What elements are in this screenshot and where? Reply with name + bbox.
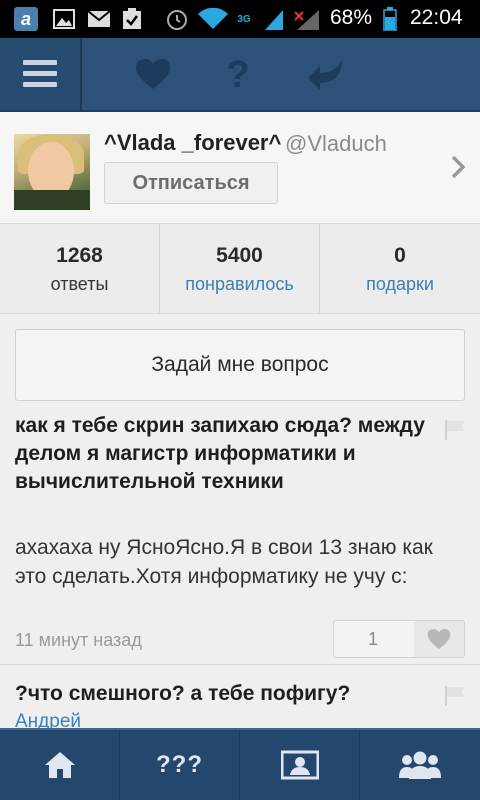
heart-icon	[136, 59, 170, 89]
stat-likes[interactable]: 5400 понравилось	[160, 224, 320, 314]
profile-card-icon	[280, 750, 319, 780]
bottom-tab-bar: ???	[0, 728, 480, 800]
profile-name: ^Vlada _forever^	[104, 130, 282, 155]
battery-icon	[382, 7, 398, 31]
flag-icon	[445, 420, 465, 440]
like-count: 1	[367, 628, 378, 649]
status-bar: a 3G 68% 22:04	[0, 0, 480, 38]
question-text: ?что смешного? а тебе пофигу?	[15, 682, 351, 705]
app-icon: a	[14, 7, 38, 31]
answer-text: ахахаха ну ЯсноЯсно.Я в свои 13 знаю как…	[15, 536, 433, 588]
tab-friends[interactable]	[360, 730, 480, 800]
ask-question-button[interactable]: Задай мне вопрос	[15, 329, 465, 401]
report-button[interactable]	[444, 686, 466, 706]
stat-value: 5400	[216, 244, 263, 267]
svg-text:?: ?	[226, 55, 249, 93]
tab-questions[interactable]: ???	[120, 730, 240, 800]
stat-gifts[interactable]: 0 подарки	[320, 224, 480, 314]
clock: 22:04	[410, 6, 463, 29]
home-icon	[44, 752, 75, 778]
flag-icon	[445, 686, 465, 706]
app-icon-letter: a	[20, 8, 31, 29]
stat-label: ответы	[50, 274, 109, 294]
answer-time: 11 минут назад	[15, 630, 142, 650]
stat-value: 1268	[56, 244, 103, 267]
stat-label: понравилось	[185, 274, 294, 294]
like-button[interactable]	[414, 621, 464, 657]
report-button[interactable]	[444, 420, 466, 440]
alarm-icon	[164, 7, 190, 31]
wifi-icon	[198, 7, 228, 31]
signal-icon	[292, 7, 322, 31]
heart-icon	[427, 629, 451, 649]
menu-button[interactable]	[0, 38, 82, 110]
help-icon: ?	[226, 55, 249, 93]
clipboard-check-icon	[120, 7, 144, 31]
gallery-icon	[52, 7, 76, 31]
reply-button[interactable]	[304, 52, 348, 96]
avatar[interactable]	[14, 134, 90, 210]
network-type: 3G	[237, 13, 251, 25]
signal-icon	[262, 7, 286, 31]
friends-icon	[399, 751, 441, 779]
tab-home[interactable]	[0, 730, 120, 800]
unfollow-button[interactable]: Отписаться	[104, 162, 278, 204]
stat-value: 0	[394, 244, 406, 267]
help-button[interactable]: ?	[216, 52, 260, 96]
menu-icon	[23, 60, 57, 87]
questions-icon: ???	[156, 751, 203, 778]
profile-handle: @Vladuch	[285, 131, 387, 156]
divider	[0, 664, 480, 665]
profile-details-button[interactable]	[446, 152, 470, 182]
likes-button[interactable]	[131, 52, 175, 96]
reply-icon	[308, 59, 342, 90]
top-nav-bar: ?	[0, 38, 480, 112]
stat-answers[interactable]: 1268 ответы	[0, 224, 160, 314]
battery-percent: 68%	[330, 6, 373, 29]
mail-icon	[86, 7, 112, 31]
question-text: как я тебе скрин запихаю сюда? между дел…	[15, 414, 425, 493]
chevron-right-icon	[451, 155, 466, 179]
like-control: 1	[333, 620, 465, 658]
profile-stats: 1268 ответы 5400 понравилось 0 подарки	[0, 224, 480, 314]
tab-profile[interactable]	[240, 730, 360, 800]
stat-label: подарки	[366, 274, 434, 294]
